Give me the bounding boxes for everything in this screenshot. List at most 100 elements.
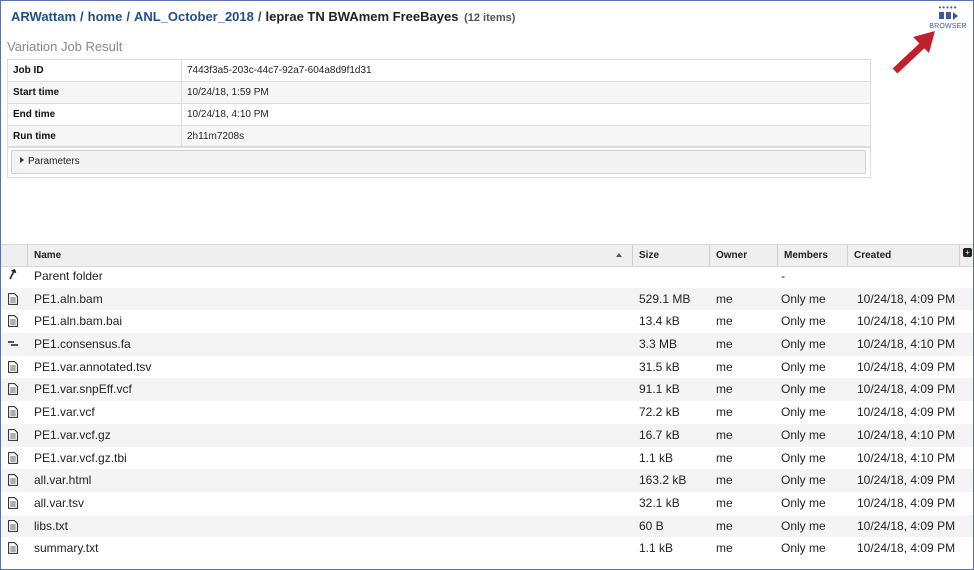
file-name: PE1.aln.bam.bai [34,314,123,329]
file-name: libs.txt [34,518,69,533]
file-icon [8,401,24,424]
file-size: 60 B [639,518,664,533]
caret-right-icon [20,157,24,164]
file-icon [8,537,24,560]
job-info-value: 7443f3a5-203c-44c7-92a7-604a8d9f1d31 [181,59,871,82]
file-icon [8,492,24,515]
job-info-row: End time 10/24/18, 4:10 PM [7,103,871,126]
file-members: Only me [781,450,826,465]
file-icon [8,288,24,311]
file-size: 1.1 kB [639,541,674,556]
column-header-icon [1,245,28,266]
file-size: 31.5 kB [639,359,680,374]
parameters-toggle-button[interactable]: Parameters [11,150,866,174]
job-info-row: Job ID 7443f3a5-203c-44c7-92a7-604a8d9f1… [7,59,871,82]
file-row[interactable]: PE1.consensus.fa 3.3 MB me Only me 10/24/18,… [1,333,973,356]
file-created: 10/24/18, 4:10 PM [857,427,956,442]
file-created: 10/24/18, 4:10 PM [857,337,956,352]
contigs-icon [8,333,24,356]
file-size: 1.1 kB [639,450,674,465]
column-chooser-icon[interactable]: + [963,248,972,257]
file-row[interactable]: PE1.var.vcf.gz 16.7 kB me Only me 10/24/18, … [1,423,973,447]
sort-ascending-icon [616,253,622,257]
column-header-created[interactable]: Created [848,245,960,266]
file-name: Parent folder [34,269,103,283]
breadcrumb-separator: / [126,9,130,24]
file-name: all.var.html [34,473,92,488]
column-header-name[interactable]: Name [28,245,633,266]
file-row[interactable]: summary.txt 1.1 kB me Only me 10/24/18, 4:09… [1,537,973,560]
browser-icon: ••••• [925,4,971,20]
item-count: (12 items) [464,12,516,24]
file-row[interactable]: libs.txt 60 B me Only me 10/24/18, 4:09 PM [1,514,973,538]
file-name: PE1.var.vcf [34,405,95,420]
file-name: PE1.consensus.fa [34,337,131,352]
breadcrumb-current: leprae TN BWAmem FreeBayes [265,9,459,24]
file-row[interactable]: all.var.html 163.2 kB me Only me 10/24/18, 4… [1,469,973,492]
file-grid-header: Name Size Owner Members Created [1,244,973,267]
file-name: PE1.var.snpEff.vcf [34,382,132,397]
file-owner: me [716,427,733,442]
file-members: Only me [781,473,826,488]
parameters-container: Parameters [7,146,871,178]
job-info-value: 10/24/18, 1:59 PM [181,81,871,104]
section-title: Variation Job Result [7,39,123,54]
file-icon [8,310,24,333]
parent-folder-row[interactable]: Parent folder - [1,265,973,288]
job-info-value: 2h11m7208s [181,125,871,148]
file-name: PE1.aln.bam [34,291,103,306]
file-created: 10/24/18, 4:09 PM [857,473,956,488]
file-icon [8,356,24,379]
file-created: 10/24/18, 4:09 PM [857,359,956,374]
file-size: 91.1 kB [639,382,680,397]
file-owner: me [716,450,733,465]
file-grid-body: Parent folder - PE1.aln.bam 529.1 MB me Onl… [1,265,973,560]
file-size: 529.1 MB [639,291,691,306]
breadcrumb-link-folder[interactable]: ANL_October_2018 [134,9,254,24]
breadcrumb: ARWattam / home / ANL_October_2018/leprae TN… [11,9,515,24]
file-members: Only me [781,314,826,329]
file-size: 3.3 MB [639,337,678,352]
file-owner: me [716,314,733,329]
annotation-arrow-icon [892,31,935,74]
file-icon [8,447,24,470]
file-row[interactable]: PE1.var.vcf.gz.tbi 1.1 kB me Only me 10/24/1… [1,447,973,470]
column-header-owner[interactable]: Owner [710,245,778,266]
file-created: 10/24/18, 4:09 PM [857,291,956,306]
parameters-label: Parameters [28,156,80,167]
column-header-size[interactable]: Size [633,245,710,266]
file-members: Only me [781,427,826,442]
breadcrumb-separator: / [257,9,262,24]
file-row[interactable]: PE1.var.vcf 72.2 kB me Only me 10/24/18, 4:0… [1,401,973,424]
file-owner: me [716,382,733,397]
column-header-name-label: Name [34,250,62,261]
job-info-row: Start time 10/24/18, 1:59 PM [7,81,871,104]
file-row[interactable]: PE1.var.snpEff.vcf 91.1 kB me Only me 10/24/… [1,378,973,402]
file-size: 16.7 kB [639,427,680,442]
file-members: Only me [781,541,826,556]
job-info-key: Job ID [7,59,182,82]
column-header-members[interactable]: Members [778,245,848,266]
file-members: Only me [781,337,826,352]
file-row[interactable]: PE1.aln.bam 529.1 MB me Only me 10/24/18, 4:… [1,287,973,311]
file-created: 10/24/18, 4:09 PM [857,541,956,556]
job-info-key: Run time [7,125,182,148]
file-owner: me [716,291,733,306]
file-owner: me [716,495,733,510]
file-members: Only me [781,405,826,420]
file-created: 10/24/18, 4:09 PM [857,518,956,533]
file-icon [8,378,24,401]
file-name: all.var.tsv [34,495,85,510]
breadcrumb-link-home[interactable]: home [88,9,123,24]
file-row[interactable]: PE1.var.annotated.tsv 31.5 kB me Only me 10/… [1,356,973,379]
job-info-value: 10/24/18, 4:10 PM [181,103,871,126]
file-name: PE1.var.annotated.tsv [34,359,152,374]
file-owner: me [716,405,733,420]
breadcrumb-link-user[interactable]: ARWattam [11,9,76,24]
file-name: summary.txt [34,541,99,556]
file-row[interactable]: all.var.tsv 32.1 kB me Only me 10/24/18, 4:0… [1,492,973,515]
file-owner: me [716,541,733,556]
file-members: Only me [781,359,826,374]
file-row[interactable]: PE1.aln.bam.bai 13.4 kB me Only me 10/24/18,… [1,310,973,333]
file-size: 72.2 kB [639,405,680,420]
